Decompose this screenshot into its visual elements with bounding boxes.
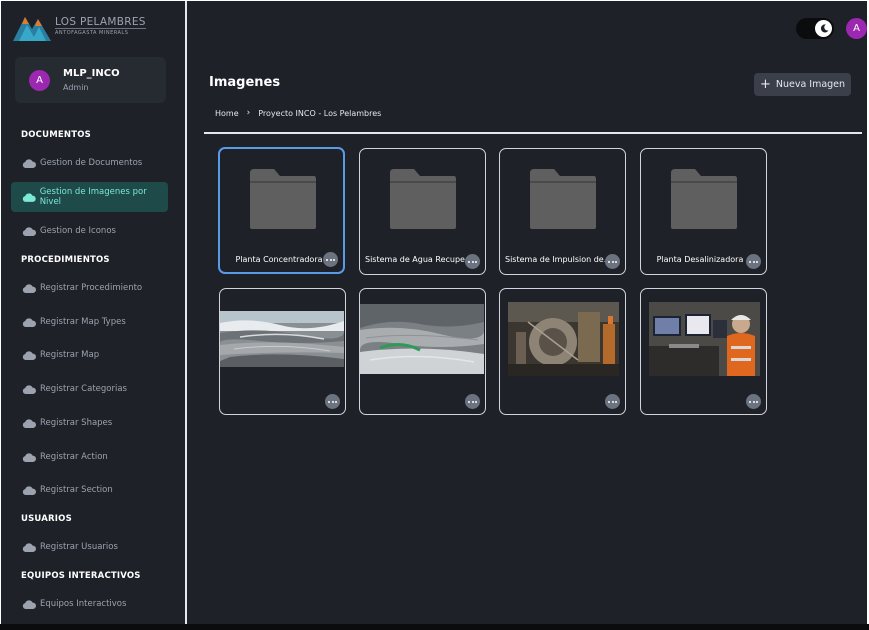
theme-toggle[interactable]: [796, 18, 834, 39]
more-options-icon[interactable]: [325, 394, 340, 409]
cloud-icon: [22, 418, 36, 428]
sidebar-item-label: Registrar Usuarios: [40, 542, 118, 552]
image-card[interactable]: [499, 288, 626, 415]
app-frame: LOS PELAMBRES ANTOFAGASTA MINERALS A MLP…: [1, 1, 867, 625]
sidebar-item-registrar-map-types[interactable]: Registrar Map Types: [11, 307, 168, 337]
control-room-operator-photo: [649, 302, 760, 376]
sidebar-item-registrar-usuarios[interactable]: Registrar Usuarios: [11, 532, 168, 562]
brand-text: LOS PELAMBRES ANTOFAGASTA MINERALS: [55, 16, 146, 36]
image-card[interactable]: [640, 288, 767, 415]
user-info: MLP_INCO Admin: [63, 68, 120, 92]
page-title: Imagenes: [209, 75, 281, 90]
sidebar-item-registrar-section[interactable]: Registrar Section: [11, 475, 168, 505]
cloud-icon: [22, 317, 36, 327]
moon-icon: [820, 24, 829, 33]
sidebar-item-label: Gestion de Documentos: [40, 158, 143, 168]
folder-label: Sistema de Agua Recuperada: [365, 255, 473, 264]
more-options-icon[interactable]: [465, 254, 480, 269]
cloud-icon: [22, 350, 36, 360]
sidebar-item-registrar-categorias[interactable]: Registrar Categorias: [11, 374, 168, 404]
sidebar-item-gestion-iconos[interactable]: Gestion de Iconos: [11, 216, 168, 246]
cloud-icon: [22, 542, 36, 552]
folder-card[interactable]: Sistema de Impulsion de Agua: [499, 148, 626, 275]
sidebar-item-label: Gestion de Iconos: [40, 226, 116, 236]
folder-icon: [530, 169, 596, 229]
folder-label: Planta Concentradora: [235, 255, 323, 264]
sidebar-item-label: Equipos Interactivos: [40, 599, 127, 609]
sidebar-item-label: Registrar Shapes: [40, 418, 113, 428]
open-pit-mine-photo: [220, 311, 344, 367]
chevron-right-icon: ›: [246, 108, 251, 118]
user-role: Admin: [63, 83, 89, 92]
sidebar: LOS PELAMBRES ANTOFAGASTA MINERALS A MLP…: [1, 1, 187, 625]
brand-logo[interactable]: LOS PELAMBRES ANTOFAGASTA MINERALS: [13, 11, 146, 41]
section-title-usuarios: USUARIOS: [21, 514, 72, 524]
user-card[interactable]: A MLP_INCO Admin: [15, 57, 166, 103]
brand-subtitle: ANTOFAGASTA MINERALS: [55, 28, 146, 36]
breadcrumb-current[interactable]: Proyecto INCO - Los Pelambres: [258, 109, 381, 118]
user-avatar: A: [29, 69, 50, 91]
sidebar-item-gestion-documentos[interactable]: Gestion de Documentos: [11, 148, 168, 178]
folder-icon: [250, 169, 316, 229]
more-options-icon[interactable]: [465, 394, 480, 409]
cloud-icon: [22, 485, 36, 495]
industrial-machinery-photo: [508, 302, 619, 376]
folder-label: Planta Desalinizadora: [656, 255, 744, 264]
plus-icon: +: [759, 77, 771, 92]
cloud-icon: [22, 452, 36, 462]
sidebar-item-label: Registrar Procedimiento: [40, 283, 143, 293]
more-options-icon[interactable]: [323, 252, 338, 267]
cloud-icon: [22, 283, 36, 293]
image-card[interactable]: [219, 288, 346, 415]
folder-card[interactable]: Sistema de Agua Recuperada: [359, 148, 486, 275]
section-title-procedimientos: PROCEDIMIENTOS: [21, 255, 110, 265]
sidebar-item-registrar-procedimiento[interactable]: Registrar Procedimiento: [11, 273, 168, 303]
new-image-button[interactable]: + Nueva Imagen: [754, 73, 851, 96]
new-image-button-label: Nueva Imagen: [775, 79, 846, 90]
header-divider: [204, 132, 862, 134]
sidebar-item-gestion-imagenes[interactable]: Gestion de Imagenes por Nivel: [11, 182, 168, 212]
breadcrumb-home[interactable]: Home: [215, 109, 239, 118]
more-options-icon[interactable]: [605, 254, 620, 269]
folder-icon: [671, 169, 737, 229]
section-title-documentos: DOCUMENTOS: [21, 130, 91, 140]
cloud-icon: [22, 226, 36, 236]
more-options-icon[interactable]: [746, 254, 761, 269]
cloud-icon: [22, 599, 36, 609]
sidebar-item-label: Registrar Map Types: [40, 317, 126, 327]
sidebar-item-registrar-map[interactable]: Registrar Map: [11, 340, 168, 370]
folder-label: Sistema de Impulsion de Agua: [505, 255, 613, 264]
folder-card[interactable]: Planta Desalinizadora: [640, 148, 767, 275]
image-card[interactable]: [359, 288, 486, 415]
cloud-icon: [22, 384, 36, 394]
mountain-logo-icon: [13, 17, 51, 41]
cloud-icon: [22, 192, 36, 202]
sidebar-item-registrar-shapes[interactable]: Registrar Shapes: [11, 408, 168, 438]
breadcrumb: Home › Proyecto INCO - Los Pelambres: [215, 108, 381, 118]
more-options-icon[interactable]: [746, 394, 761, 409]
sidebar-item-label: Gestion de Imagenes por Nivel: [39, 187, 147, 207]
header-avatar[interactable]: A: [846, 18, 867, 39]
folder-icon: [390, 169, 456, 229]
sidebar-item-label: Registrar Section: [40, 485, 113, 495]
mine-pit-aerial-photo: [360, 304, 484, 374]
sidebar-item-registrar-action[interactable]: Registrar Action: [11, 442, 168, 472]
brand-title: LOS PELAMBRES: [55, 16, 146, 28]
section-title-equipos: EQUIPOS INTERACTIVOS: [21, 571, 141, 581]
toggle-knob: [815, 20, 832, 37]
cloud-icon: [22, 158, 36, 168]
sidebar-item-equipos-interactivos[interactable]: Equipos Interactivos: [11, 589, 168, 619]
sidebar-item-label: Registrar Categorias: [40, 384, 127, 394]
more-options-icon[interactable]: [605, 394, 620, 409]
sidebar-item-label: Registrar Map: [40, 350, 100, 360]
window-bottom-bar: [0, 624, 869, 630]
user-name: MLP_INCO: [63, 68, 120, 79]
sidebar-item-label: Registrar Action: [40, 452, 108, 462]
folder-card[interactable]: Planta Concentradora: [218, 147, 345, 274]
